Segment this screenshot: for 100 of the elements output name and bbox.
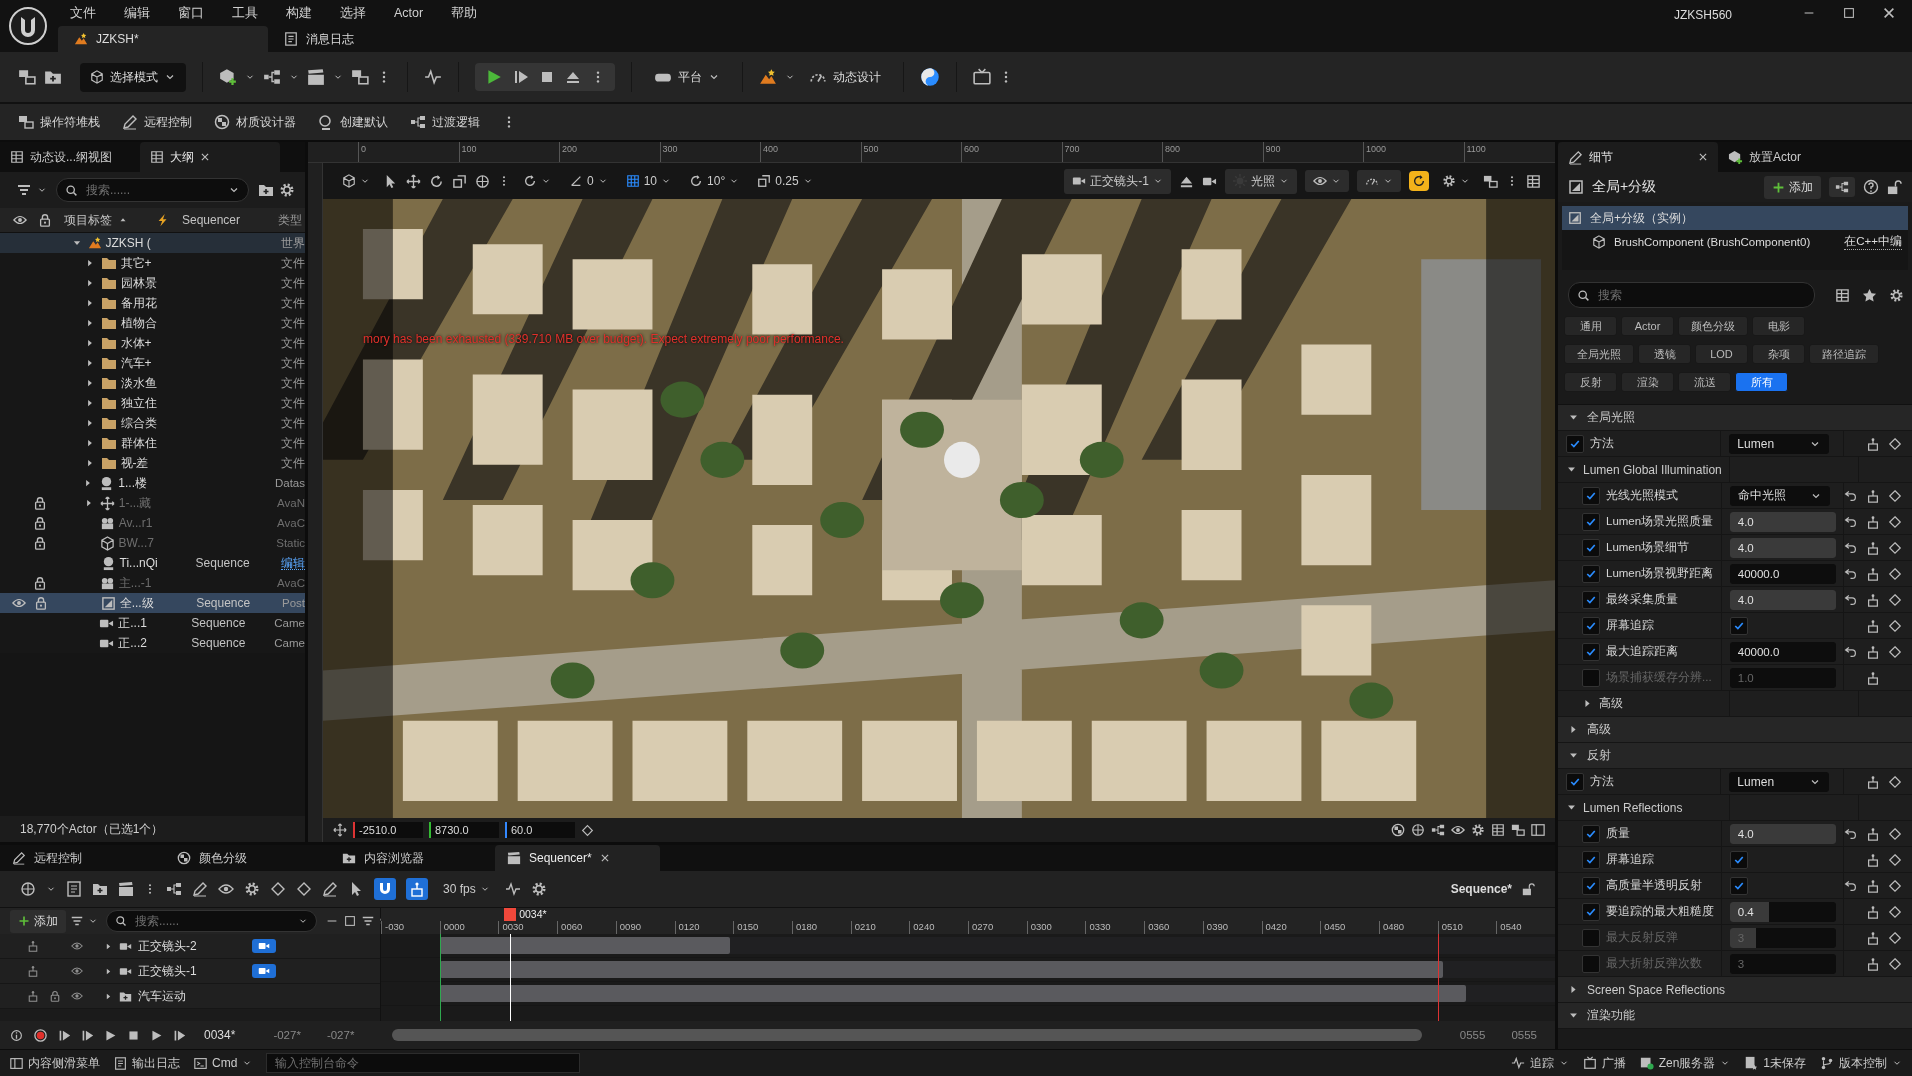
status-button[interactable]: 追踪 — [1510, 1054, 1569, 1072]
search-input[interactable]: 搜索...... — [133, 913, 292, 929]
outliner-row[interactable]: JZKSH ( 世界 — [0, 233, 305, 253]
panel-tab[interactable]: Sequencer* — [495, 845, 660, 871]
number-field[interactable]: 40000.0 — [1729, 641, 1836, 662]
number-field[interactable]: 0.4 — [1729, 901, 1836, 922]
category-header[interactable]: Screen Space Reflections — [1558, 977, 1912, 1003]
toolbar-button[interactable]: 材质设计器 — [214, 113, 296, 131]
snap-value-button[interactable]: 10° — [684, 172, 745, 190]
number-field[interactable]: 1.0 — [1729, 667, 1836, 688]
filter-chip[interactable]: 全局光照 — [1564, 344, 1634, 364]
panel-tab[interactable]: 远程控制 — [0, 845, 165, 871]
toolbar-button[interactable]: 创建默认 — [318, 113, 388, 131]
add-button[interactable]: 添加 — [1764, 175, 1821, 199]
fps-dropdown[interactable]: 30 fps — [438, 880, 495, 898]
mode-dropdown[interactable]: 选择模式 — [80, 62, 186, 92]
coordinate-field[interactable]: 8730.0 — [429, 822, 499, 838]
filter-chip[interactable]: Actor — [1621, 316, 1674, 336]
filter-chip[interactable]: 颜色分级 — [1678, 316, 1748, 336]
coordinate-field[interactable]: -2510.0 — [353, 822, 423, 838]
status-button[interactable]: 广播 — [1582, 1054, 1626, 1072]
number-field[interactable]: 3 — [1729, 953, 1836, 974]
track-row[interactable]: 汽车运动 — [0, 984, 380, 1009]
status-button[interactable]: 内容侧滑菜单 — [10, 1054, 100, 1072]
status-button[interactable]: 1未保存 — [1744, 1054, 1806, 1072]
menu-item[interactable]: 工具 — [232, 4, 258, 22]
snap-value-button[interactable]: 0.25 — [752, 172, 818, 190]
range-end[interactable]: 0555 — [1503, 1029, 1545, 1041]
search-field[interactable]: 搜索...... — [56, 178, 249, 202]
number-field[interactable]: 40000.0 — [1729, 563, 1836, 584]
number-field[interactable]: 4.0 — [1729, 511, 1836, 532]
panel-tab[interactable]: 内容浏览器 — [330, 845, 495, 871]
edit-link[interactable]: 编辑 — [281, 556, 305, 570]
column-header[interactable]: 项目标签 — [64, 211, 112, 229]
type-label: 文件 — [281, 416, 305, 429]
view-mode-dropdown[interactable]: 光照 — [1225, 168, 1297, 194]
category-header[interactable]: 全局光照 — [1558, 405, 1912, 431]
filter-chip[interactable]: 透镜 — [1638, 344, 1691, 364]
document-tab[interactable]: JZKSH* — [58, 26, 268, 52]
camera-dropdown[interactable]: 正交镜头-1 — [1064, 168, 1171, 194]
filter-chip[interactable]: 电影 — [1752, 316, 1805, 336]
filter-chip[interactable]: 渲染 — [1621, 372, 1674, 392]
component-row[interactable]: BrushComponent (BrushComponent0) 在C++中编 — [1562, 230, 1908, 254]
status-button[interactable]: Cmd — [194, 1056, 253, 1070]
track-row[interactable]: 正交镜头-2 — [0, 934, 380, 959]
dropdown[interactable]: 命中光照 — [1729, 485, 1830, 506]
component-row[interactable]: 全局+分级（实例） — [1562, 206, 1908, 230]
time-tick: 0120 — [674, 921, 734, 934]
filter-chip[interactable]: 杂项 — [1752, 344, 1805, 364]
panel-tab[interactable]: 细节 — [1558, 142, 1718, 172]
range-start[interactable]: -027* — [318, 1029, 363, 1041]
filter-chip[interactable]: 通用 — [1564, 316, 1617, 336]
dropdown[interactable]: Lumen — [1729, 433, 1830, 454]
filter-chip[interactable]: 所有 — [1735, 372, 1788, 392]
sequence-name: Sequence* — [1450, 882, 1512, 896]
search-field[interactable]: 搜索...... — [106, 910, 317, 932]
range-end[interactable]: 0555 — [1451, 1029, 1494, 1041]
column-header[interactable]: Sequencer — [182, 213, 241, 227]
filter-chip[interactable]: 流送 — [1678, 372, 1731, 392]
number-field[interactable]: 4.0 — [1729, 589, 1836, 610]
menu-item[interactable]: 编辑 — [124, 4, 150, 22]
number-field[interactable]: 4.0 — [1729, 823, 1836, 844]
search-input[interactable]: 搜索 — [1596, 287, 1806, 303]
platform-button[interactable]: 平台 — [648, 68, 726, 86]
search-field[interactable]: 搜索 — [1568, 282, 1815, 308]
toolbar-button[interactable]: 过渡逻辑 — [410, 113, 480, 131]
design-button[interactable]: 动态设计 — [803, 68, 887, 86]
status-button[interactable]: 输出日志 — [114, 1054, 180, 1072]
dropdown[interactable]: Lumen — [1729, 771, 1830, 792]
snap-value-button[interactable]: 10 — [620, 172, 677, 190]
menu-item[interactable]: 选择 — [340, 4, 366, 22]
menu-item[interactable]: 窗口 — [178, 4, 204, 22]
status-button[interactable]: Zen服务器 — [1639, 1054, 1731, 1072]
filter-chip[interactable]: 路径追踪 — [1809, 344, 1879, 364]
filter-chip[interactable]: 反射 — [1564, 372, 1617, 392]
status-button[interactable]: 版本控制 — [1820, 1054, 1902, 1072]
outliner-row[interactable]: 全...级 Sequence Post — [0, 593, 305, 613]
menu-item[interactable]: Actor — [394, 6, 424, 20]
panel-tab[interactable]: 颜色分级 — [165, 845, 330, 871]
menu-item[interactable]: 文件 — [70, 4, 96, 22]
snap-value-button[interactable]: 0 — [564, 172, 613, 190]
cpp-link[interactable]: 在C++中编 — [1844, 234, 1902, 250]
category-header[interactable]: 反射 — [1558, 743, 1912, 769]
panel-tab[interactable]: 大纲 — [140, 142, 280, 172]
range-start[interactable]: -027* — [265, 1029, 309, 1041]
column-header[interactable]: 类型 — [278, 213, 302, 226]
category-header[interactable]: 渲染功能 — [1558, 1003, 1912, 1029]
track-row[interactable]: 正交镜头-1 — [0, 959, 380, 984]
toolbar-button[interactable]: 操作符堆栈 — [18, 113, 100, 131]
panel-tab[interactable]: 放置Actor — [1718, 142, 1878, 172]
number-field[interactable]: 4.0 — [1729, 537, 1836, 558]
filter-chip[interactable]: LOD — [1695, 344, 1748, 364]
category-header[interactable]: 高级 — [1558, 717, 1912, 743]
toolbar-button[interactable]: 远程控制 — [122, 113, 192, 131]
menu-item[interactable]: 构建 — [286, 4, 312, 22]
document-tab[interactable]: 消息日志 — [268, 26, 448, 52]
add-button[interactable]: 添加 — [10, 909, 66, 933]
menu-item[interactable]: 帮助 — [451, 4, 478, 22]
coordinate-field[interactable]: 60.0 — [505, 822, 575, 838]
panel-tab[interactable]: 动态设...纲视图 — [0, 142, 140, 172]
